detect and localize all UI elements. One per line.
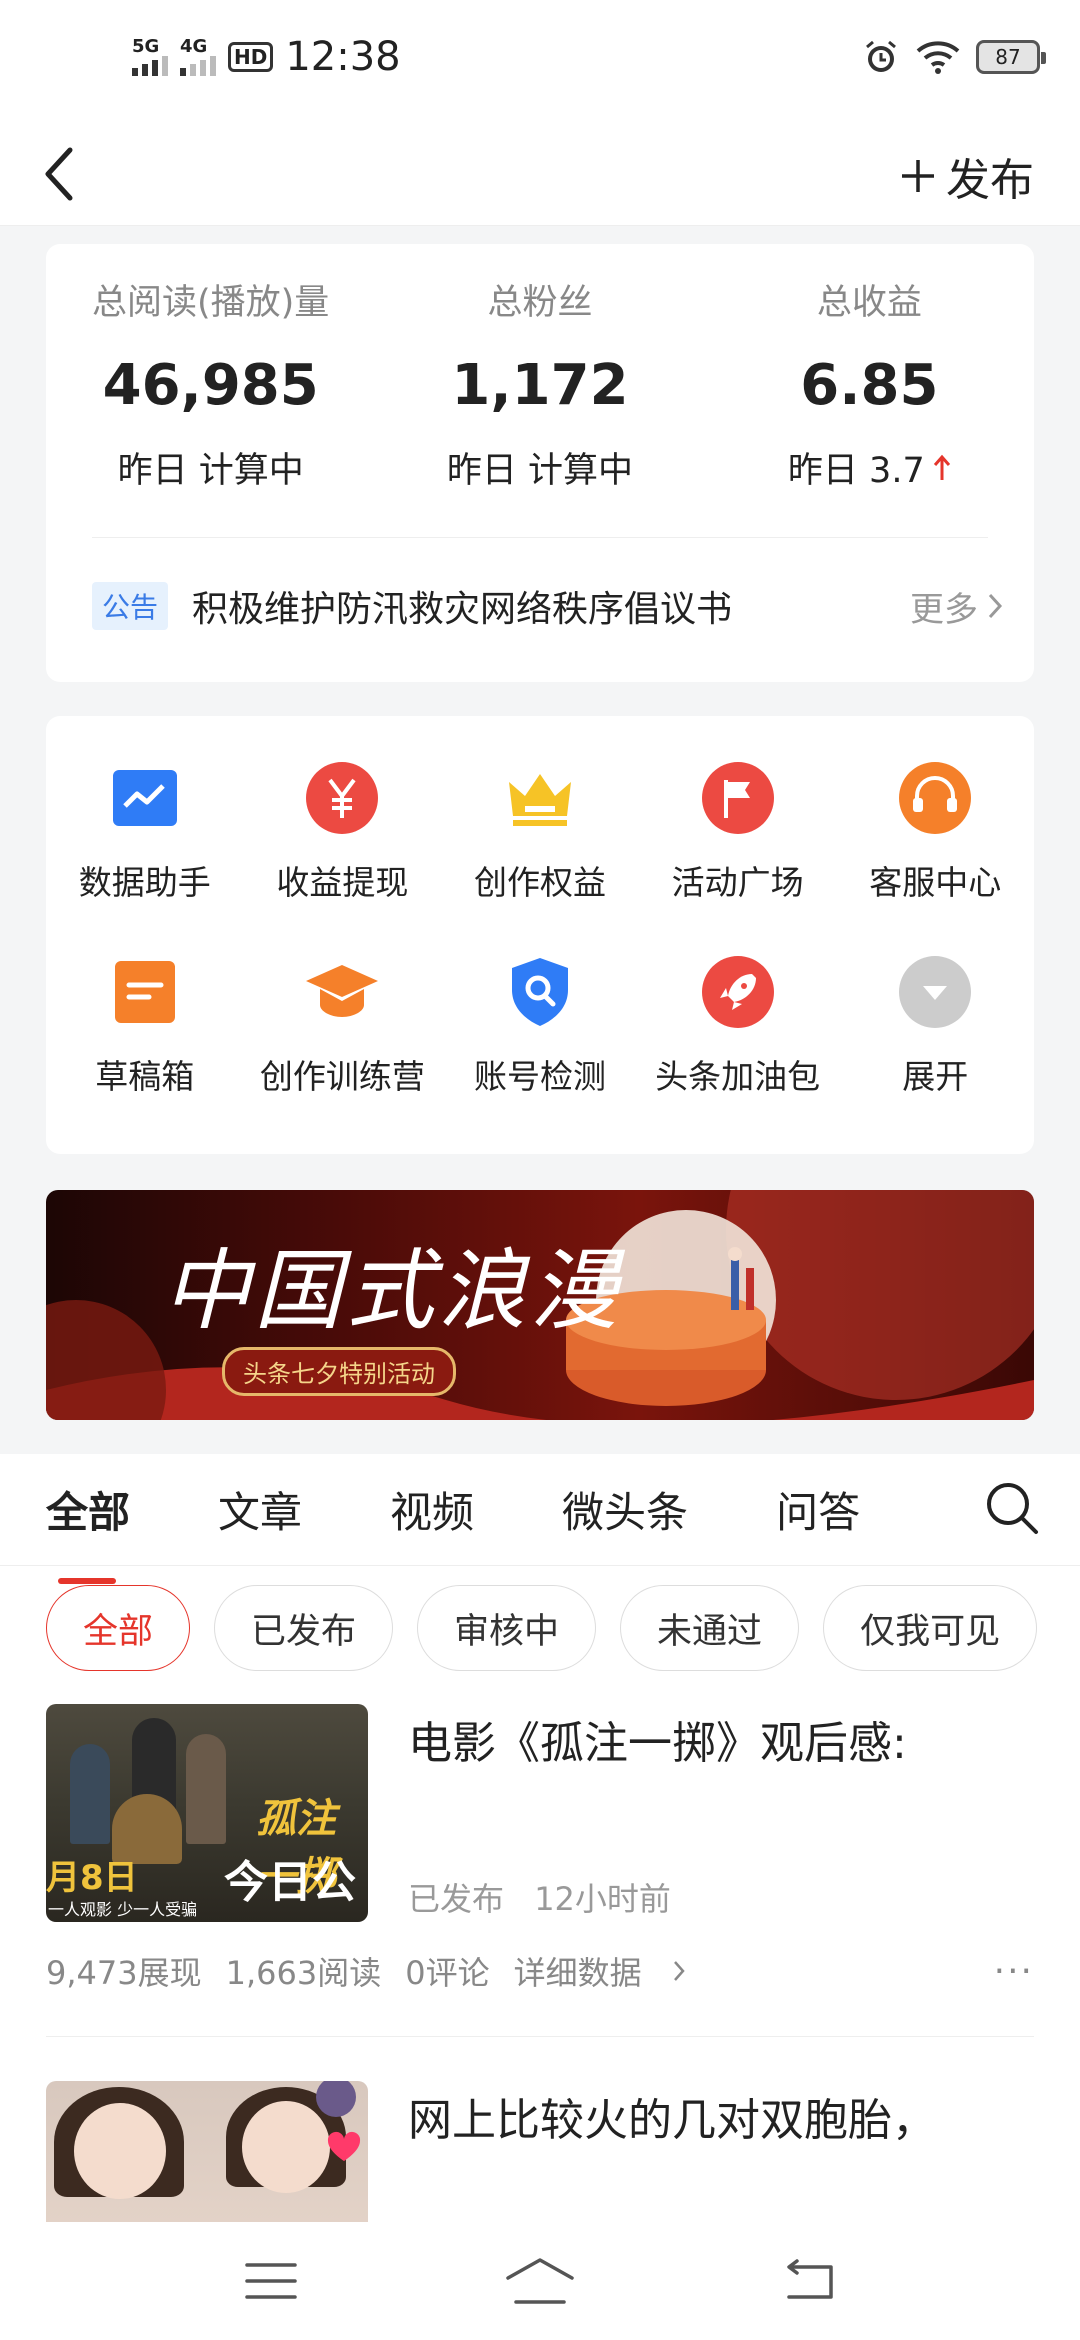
status-time: 12:38	[285, 34, 401, 80]
tab-videos[interactable]: 视频	[390, 1479, 474, 1540]
article-thumbnail[interactable]: 孤注一掷 月8日 今日公映 一人观影 少一人受骗	[46, 1704, 368, 1922]
notice-bar[interactable]: 公告 积极维护防汛救灾网络秩序倡议书 更多	[92, 537, 1003, 632]
chevron-right-icon	[673, 1961, 685, 1981]
tool-expand[interactable]: 展开	[836, 954, 1034, 1098]
tab-qa[interactable]: 问答	[776, 1479, 860, 1540]
trend-up-icon	[933, 454, 950, 480]
tool-boost-pack[interactable]: 头条加油包	[639, 954, 837, 1098]
article-title[interactable]: 网上比较火的几对双胞胎，	[408, 2091, 1034, 2151]
banner-title: 中国式浪漫	[162, 1239, 623, 1342]
flag-icon	[701, 762, 774, 834]
heart-icon	[327, 2131, 361, 2161]
chart-icon	[112, 770, 177, 826]
tool-account-check[interactable]: 账号检测	[441, 954, 639, 1098]
article-time: 12小时前	[534, 1880, 671, 1918]
list-item[interactable]: 孤注一掷 月8日 今日公映 一人观影 少一人受骗 电影《孤注一掷》观后感: 已发…	[0, 1690, 1080, 1996]
wifi-icon	[916, 41, 960, 74]
article-status: 已发布	[408, 1880, 505, 1918]
tool-customer-service[interactable]: 客服中心	[836, 760, 1034, 904]
tool-income-withdraw[interactable]: 收益提现	[244, 760, 442, 904]
plus-icon	[902, 160, 934, 192]
tool-training-camp[interactable]: 创作训练营	[244, 954, 442, 1098]
system-nav-bar	[0, 2222, 1080, 2340]
back-nav-icon[interactable]	[781, 2259, 837, 2303]
search-icon[interactable]	[984, 1480, 1040, 1536]
filter-chips: 全部 已发布 审核中 未通过 仅我可见	[0, 1566, 1080, 1690]
shield-search-icon	[511, 958, 568, 1026]
rocket-icon	[701, 956, 774, 1028]
menu-icon[interactable]	[243, 2259, 299, 2303]
detail-data-link[interactable]: 详细数据	[514, 1948, 686, 1994]
more-options-icon[interactable]: ···	[994, 1951, 1034, 1992]
notice-more-link[interactable]: 更多	[910, 582, 1004, 631]
home-icon[interactable]	[504, 2256, 576, 2306]
chevron-right-icon	[988, 593, 1003, 619]
tab-articles[interactable]: 文章	[218, 1479, 302, 1540]
crown-icon	[508, 774, 571, 826]
draft-icon	[114, 961, 175, 1023]
filter-all[interactable]: 全部	[46, 1585, 191, 1671]
yen-icon	[306, 762, 379, 834]
tab-micro-posts[interactable]: 微头条	[562, 1479, 688, 1540]
article-title[interactable]: 电影《孤注一掷》观后感:	[408, 1714, 1034, 1774]
stats-card: 总阅读(播放)量 46,985 昨日 计算中 总粉丝 1,172 昨日 计算中 …	[46, 244, 1034, 682]
notice-tag: 公告	[92, 582, 169, 630]
article-list: 孤注一掷 月8日 今日公映 一人观影 少一人受骗 电影《孤注一掷》观后感: 已发…	[0, 1690, 1080, 2302]
hd-icon: HD	[228, 42, 274, 72]
promo-banner[interactable]: 中国式浪漫 头条七夕特别活动	[46, 1190, 1034, 1420]
headset-icon	[899, 762, 972, 834]
tools-card: 数据助手 收益提现 创作权益 活动广场 客服中心 草稿箱 创作训练营 账号检测	[46, 716, 1034, 1154]
status-bar: 5G 4G HD 12:38 87	[0, 0, 1080, 118]
article-comments: 0评论	[405, 1954, 490, 1992]
filter-reviewing[interactable]: 审核中	[417, 1585, 597, 1671]
notice-text[interactable]: 积极维护防汛救灾网络秩序倡议书	[192, 580, 910, 632]
publish-button[interactable]: 发布	[900, 144, 1034, 208]
banner-subtitle: 头条七夕特别活动	[222, 1347, 456, 1396]
top-nav: 发布	[0, 118, 1080, 226]
stat-total-reads[interactable]: 总阅读(播放)量 46,985 昨日 计算中	[46, 274, 375, 493]
signal-5g-icon: 5G	[132, 38, 168, 76]
graduation-cap-icon	[306, 965, 379, 1017]
tool-activity-square[interactable]: 活动广场	[639, 760, 837, 904]
tool-data-assistant[interactable]: 数据助手	[46, 760, 244, 904]
filter-published[interactable]: 已发布	[214, 1585, 394, 1671]
battery-icon: 87	[976, 40, 1046, 74]
alarm-icon	[866, 40, 896, 72]
stat-total-fans[interactable]: 总粉丝 1,172 昨日 计算中	[375, 274, 704, 493]
tool-drafts[interactable]: 草稿箱	[46, 954, 244, 1098]
expand-icon	[899, 956, 972, 1028]
filter-rejected[interactable]: 未通过	[620, 1585, 800, 1671]
filter-private[interactable]: 仅我可见	[823, 1585, 1038, 1671]
tool-creation-rights[interactable]: 创作权益	[441, 760, 639, 904]
article-reads: 1,663阅读	[225, 1954, 382, 1992]
content-tabs: 全部 文章 视频 微头条 问答	[0, 1454, 1080, 1584]
signal-4g-icon: 4G	[180, 38, 216, 76]
tab-all[interactable]: 全部	[46, 1479, 130, 1584]
back-arrow-icon[interactable]	[40, 144, 80, 204]
article-impressions: 9,473展现	[46, 1954, 202, 1992]
stat-total-income[interactable]: 总收益 6.85 昨日 3.7	[705, 274, 1034, 493]
